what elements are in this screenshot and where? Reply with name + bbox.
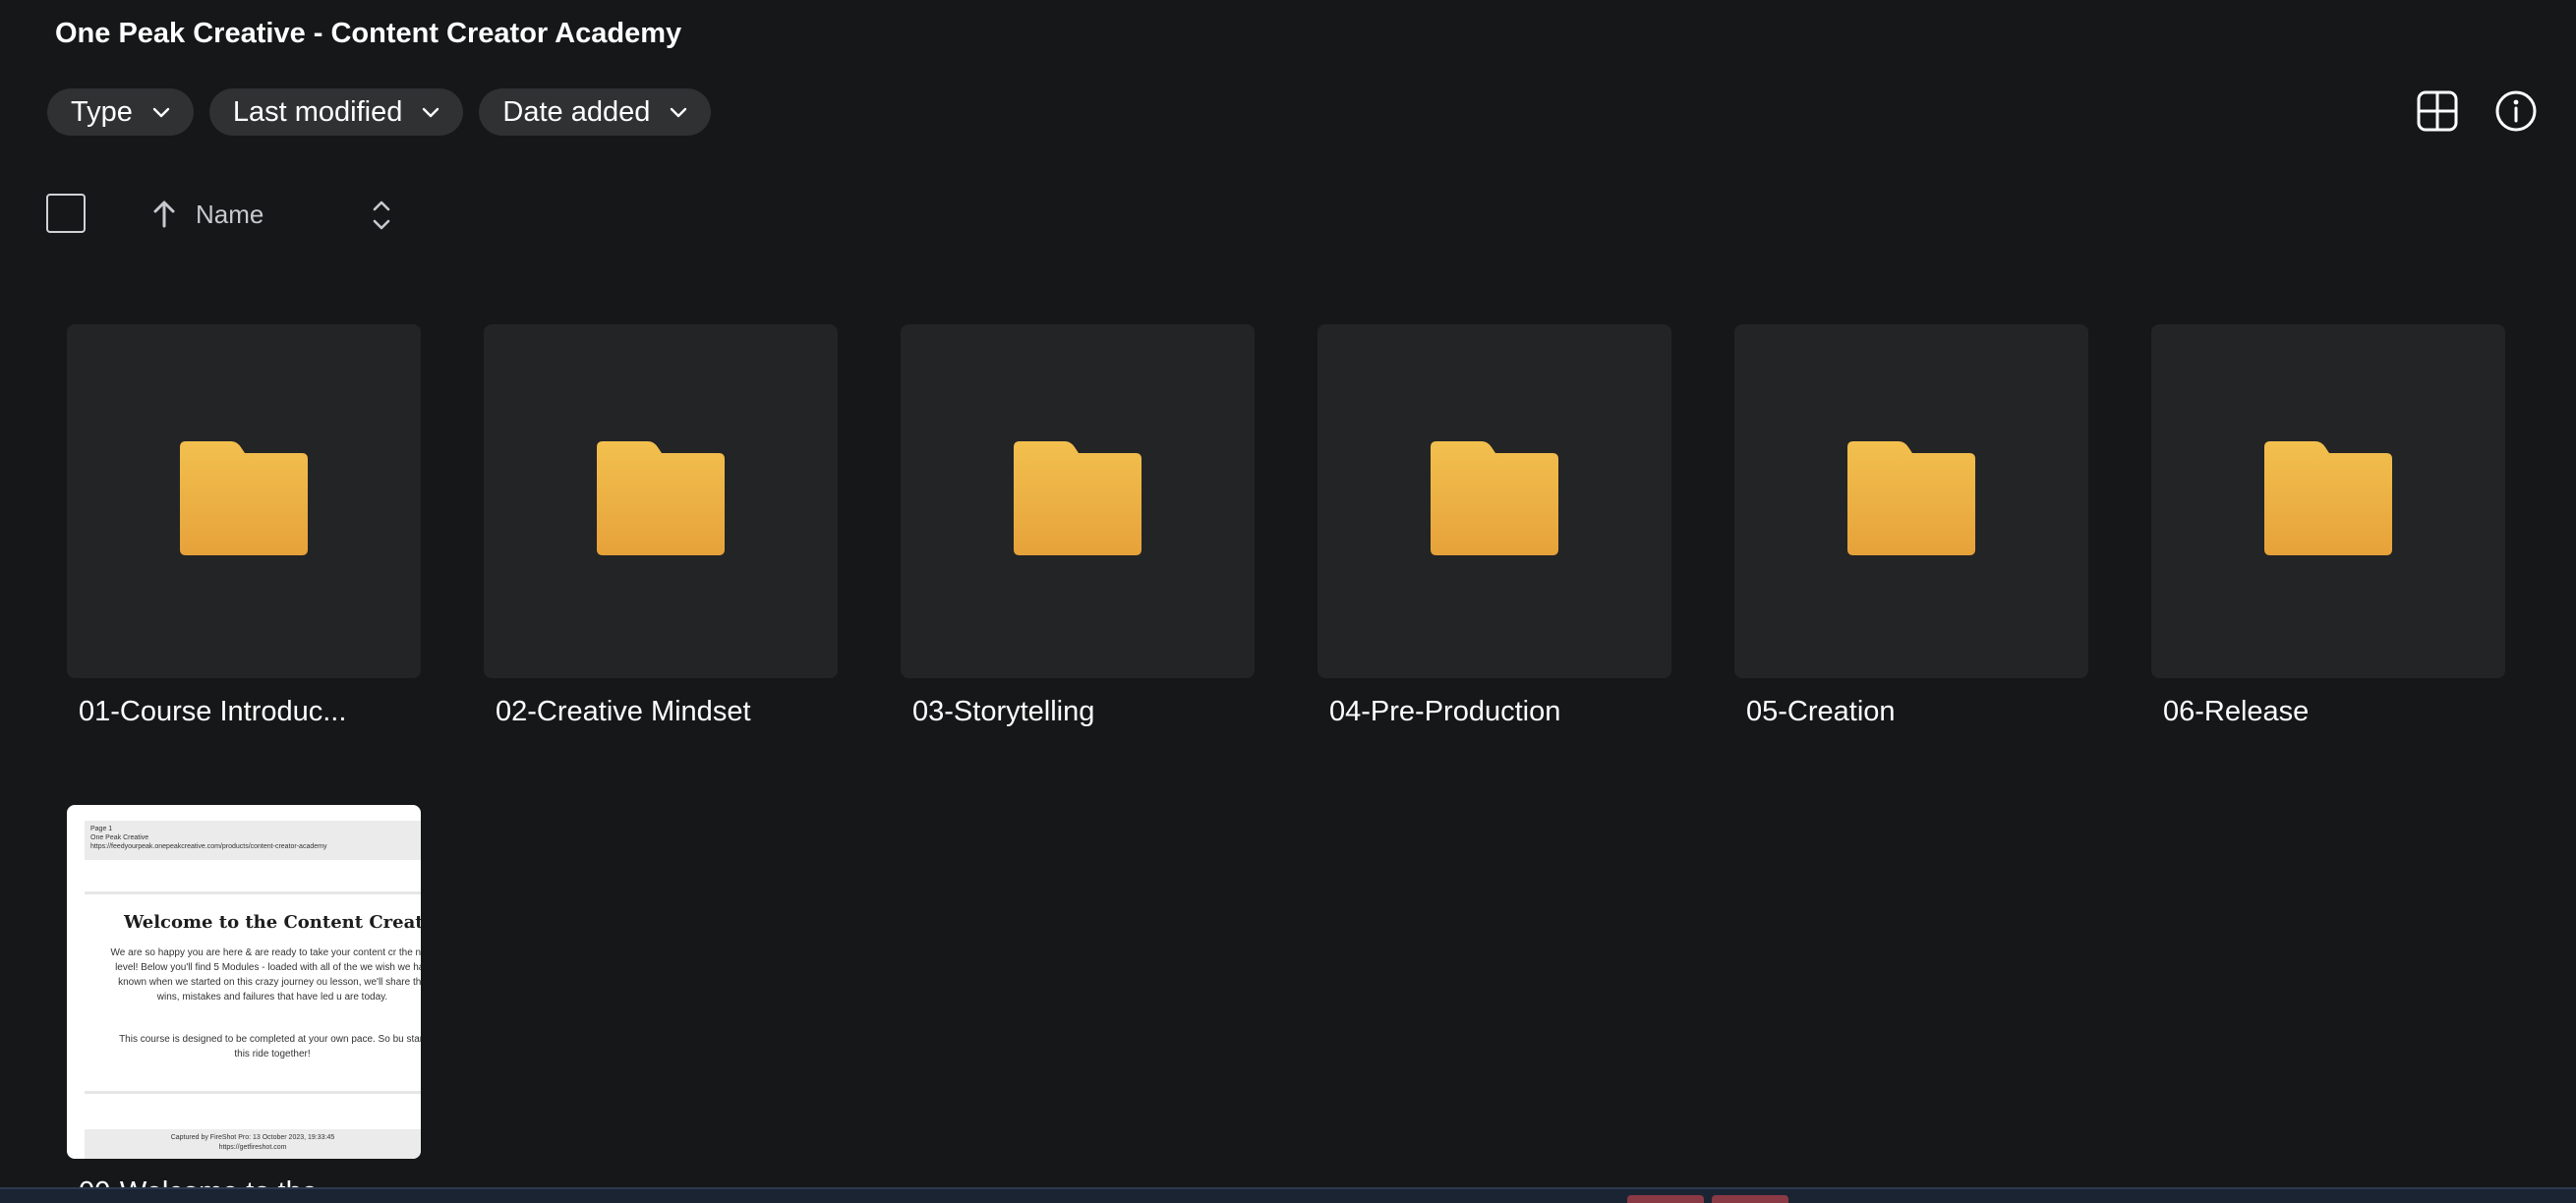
sort-name-label[interactable]: Name — [196, 199, 263, 230]
thumbnail-header-line: Page 1 — [90, 826, 113, 832]
thumbnail-paragraph: This course is designed to be completed … — [119, 1034, 421, 1060]
folder-icon — [180, 441, 308, 555]
filter-date-added-button[interactable]: Date added — [479, 88, 712, 136]
document-tile[interactable]: Page 1 One Peak Creative https://feedyou… — [67, 805, 421, 1159]
sort-toggle-icon[interactable] — [367, 197, 396, 234]
document-thumbnail-footer: Captured by FireShot Pro: 13 October 202… — [85, 1129, 421, 1159]
file-browser: One Peak Creative - Content Creator Acad… — [0, 0, 2576, 1203]
folder-name[interactable]: 03-Storytelling — [912, 694, 1094, 729]
folder-tile[interactable] — [67, 324, 421, 678]
page-title: One Peak Creative - Content Creator Acad… — [55, 18, 682, 49]
folder-name[interactable]: 06-Release — [2163, 694, 2309, 729]
folder-tile[interactable] — [1734, 324, 2088, 678]
folder-icon — [597, 441, 725, 555]
info-icon — [2495, 90, 2537, 132]
taskbar-strip — [0, 1187, 2576, 1203]
thumbnail-paragraph: We are so happy you are here & are ready… — [110, 947, 421, 1002]
thumbnail-header-line: One Peak Creative — [90, 834, 149, 841]
chevron-down-icon — [152, 107, 170, 118]
folder-tile[interactable] — [901, 324, 1255, 678]
filter-type-label: Type — [71, 95, 133, 128]
filter-last-modified-button[interactable]: Last modified — [208, 88, 464, 136]
thumbnail-heading: Welcome to the Content Creator Aca — [124, 912, 421, 933]
filter-type-button[interactable]: Type — [47, 88, 194, 136]
filter-bar: Type Last modified Date added — [47, 88, 712, 136]
folder-tile[interactable] — [2151, 324, 2505, 678]
folder-icon — [1431, 441, 1558, 555]
chevron-down-icon — [423, 107, 439, 118]
info-button[interactable] — [2491, 86, 2541, 136]
folder-tile[interactable] — [1317, 324, 1671, 678]
taskbar-app-button[interactable] — [1712, 1195, 1788, 1203]
taskbar-app-button[interactable] — [1627, 1195, 1704, 1203]
folder-name[interactable]: 04-Pre-Production — [1329, 694, 1560, 729]
folder-icon — [1014, 441, 1142, 555]
folder-icon — [2264, 441, 2392, 555]
thumbnail-footer-line: Captured by FireShot Pro: 13 October 202… — [170, 1134, 335, 1141]
thumbnail-header-line: https://feedyourpeak.onepeakcreative.com… — [90, 843, 327, 850]
thumbnail-footer-line: https://getfireshot.com — [218, 1144, 287, 1151]
select-all-checkbox[interactable] — [46, 194, 86, 233]
filter-date-added-label: Date added — [502, 95, 651, 128]
arrow-up-icon[interactable] — [150, 200, 178, 229]
document-thumbnail-body: Welcome to the Content Creator Aca We ar… — [85, 891, 421, 1094]
document-thumbnail-header: Page 1 One Peak Creative https://feedyou… — [85, 821, 421, 860]
filter-last-modified-label: Last modified — [232, 95, 403, 128]
folder-icon — [1847, 441, 1975, 555]
folder-tile[interactable] — [484, 324, 838, 678]
grid-view-icon — [2417, 90, 2458, 132]
folder-name[interactable]: 01-Course Introduc... — [79, 694, 346, 729]
folder-name[interactable]: 02-Creative Mindset — [496, 694, 751, 729]
grid-view-button[interactable] — [2413, 86, 2462, 136]
folder-name[interactable]: 05-Creation — [1746, 694, 1896, 729]
chevron-down-icon — [671, 107, 687, 118]
